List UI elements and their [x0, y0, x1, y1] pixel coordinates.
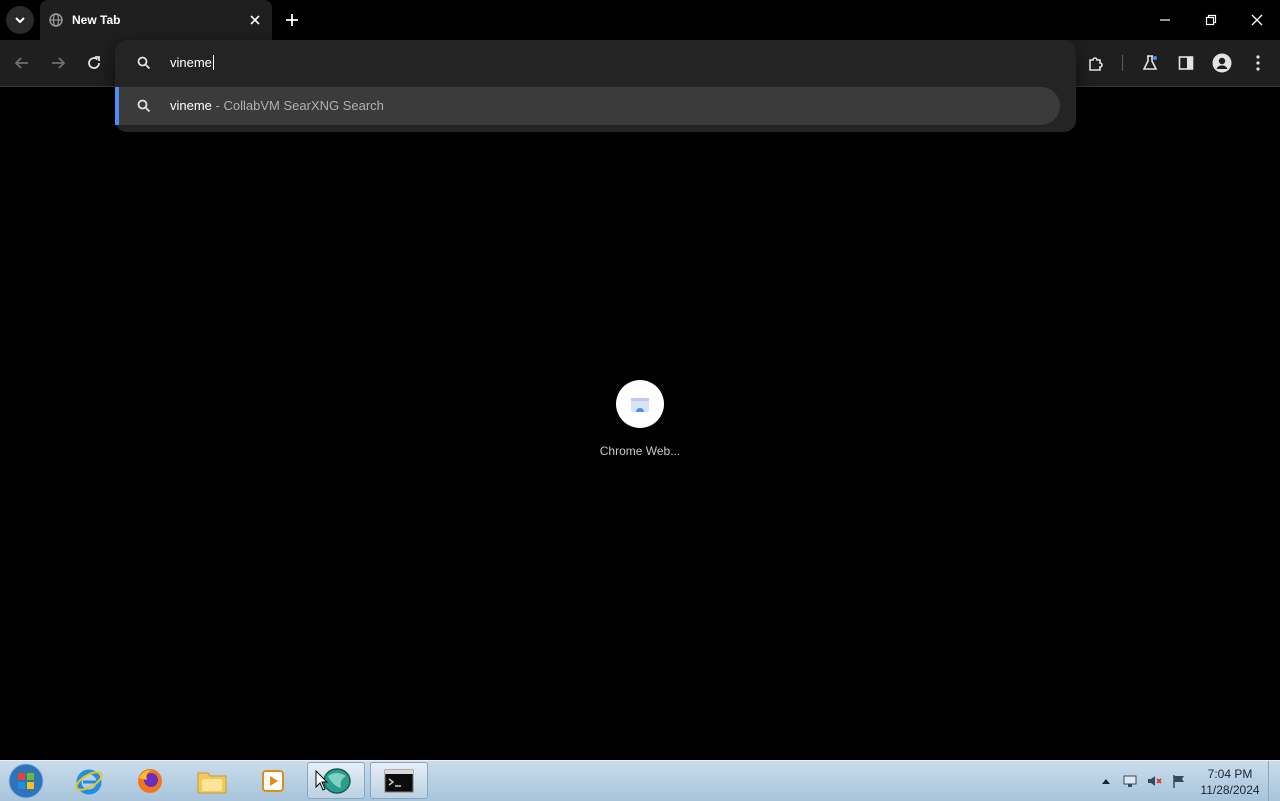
- firefox-icon: [138, 768, 162, 793]
- toolbar-separator: [1122, 55, 1123, 71]
- arrow-right-icon: [52, 57, 66, 69]
- close-window-button[interactable]: [1237, 4, 1277, 36]
- address-bar-query: vineme: [170, 55, 212, 70]
- tab-new-tab[interactable]: New Tab: [40, 0, 272, 40]
- puzzle-icon: [1089, 57, 1103, 71]
- volume-tray-icon[interactable]: [1146, 773, 1162, 789]
- taskbar-command-prompt[interactable]: [370, 762, 428, 799]
- show-desktop-button[interactable]: [1268, 761, 1280, 801]
- volume-muted-icon: [1148, 776, 1162, 786]
- extensions-button[interactable]: [1084, 51, 1108, 75]
- menu-button[interactable]: [1246, 51, 1270, 75]
- shortcut-tile: [616, 380, 664, 428]
- minimize-icon: [1160, 19, 1170, 21]
- network-icon: [1123, 775, 1137, 787]
- text-caret: [212, 55, 214, 70]
- clock-date: 11/28/2024: [1200, 783, 1260, 797]
- tab-close-button[interactable]: [246, 11, 264, 29]
- chevron-up-icon: [1102, 779, 1110, 784]
- start-button[interactable]: [6, 762, 46, 800]
- shortcut-label: Chrome Web...: [599, 444, 681, 458]
- new-tab-button[interactable]: [281, 9, 303, 31]
- reload-button[interactable]: [82, 51, 106, 75]
- kebab-menu-icon: [1256, 55, 1260, 71]
- suggestion-separator: -: [215, 98, 220, 113]
- folder-icon: [197, 772, 227, 793]
- taskbar: 7:04 PM 11/28/2024: [0, 760, 1280, 801]
- omnibox-popup: vineme vineme - CollabVM SearXNG Search: [115, 40, 1076, 132]
- tab-strip: New Tab: [0, 0, 1280, 40]
- side-panel-button[interactable]: [1174, 51, 1198, 75]
- flask-icon: [1142, 55, 1158, 70]
- globe-icon: [49, 13, 63, 27]
- tray-overflow-button[interactable]: [1098, 773, 1114, 789]
- suggestion-selected-indicator: [115, 87, 119, 125]
- shortcut-chrome-web-store[interactable]: Chrome Web...: [596, 380, 684, 458]
- avatar-icon: [1212, 53, 1232, 73]
- search-icon: [137, 99, 151, 113]
- command-prompt-icon: [384, 769, 414, 792]
- taskbar-file-explorer[interactable]: [183, 762, 241, 799]
- tab-title: New Tab: [72, 13, 121, 27]
- back-button[interactable]: [10, 51, 34, 75]
- reload-icon: [88, 56, 100, 69]
- forward-button[interactable]: [46, 51, 70, 75]
- suggestion-engine: CollabVM SearXNG Search: [223, 98, 384, 113]
- omnibox-suggestion[interactable]: vineme - CollabVM SearXNG Search: [115, 87, 1060, 125]
- mouse-cursor-icon: [315, 770, 329, 791]
- suggestion-query: vineme: [170, 98, 212, 113]
- web-store-icon: [631, 398, 649, 412]
- taskbar-firefox[interactable]: [121, 762, 179, 799]
- profile-button[interactable]: [1210, 51, 1234, 75]
- internet-explorer-icon: [75, 769, 103, 794]
- chevron-down-icon: [15, 17, 25, 24]
- action-center-tray-icon[interactable]: [1171, 773, 1187, 789]
- arrow-left-icon: [14, 57, 28, 69]
- suggestion-text: vineme - CollabVM SearXNG Search: [170, 98, 384, 113]
- taskbar-internet-explorer[interactable]: [60, 762, 118, 799]
- clock-time: 7:04 PM: [1207, 767, 1253, 781]
- close-icon: [250, 15, 260, 25]
- windows-orb-icon: [8, 763, 44, 799]
- restore-button[interactable]: [1191, 4, 1231, 36]
- restore-icon: [1205, 14, 1217, 26]
- taskbar-clock[interactable]: 7:04 PM 11/28/2024: [1195, 766, 1265, 798]
- flag-icon: [1173, 775, 1184, 788]
- taskbar-media-player[interactable]: [244, 762, 302, 799]
- address-bar-input[interactable]: vineme: [115, 40, 1076, 85]
- search-icon: [137, 56, 151, 70]
- address-bar-text: vineme: [170, 55, 214, 70]
- plus-icon: [286, 14, 298, 26]
- network-tray-icon[interactable]: [1122, 773, 1138, 789]
- media-player-icon: [262, 769, 284, 792]
- side-panel-icon: [1178, 56, 1194, 70]
- close-icon: [1251, 14, 1263, 26]
- tab-search-button[interactable]: [6, 6, 34, 34]
- minimize-button[interactable]: [1145, 4, 1185, 36]
- labs-button[interactable]: [1138, 51, 1162, 75]
